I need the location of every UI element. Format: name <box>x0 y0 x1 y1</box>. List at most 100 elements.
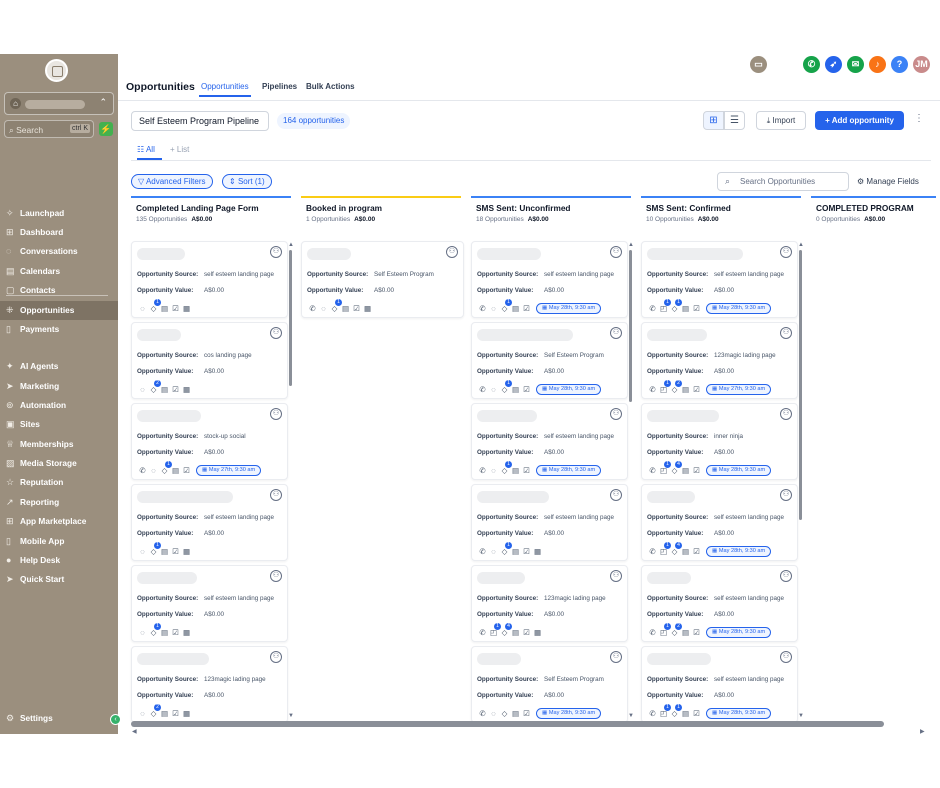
scroll-down-icon[interactable]: ▼ <box>628 713 634 719</box>
megaphone-icon[interactable]: ➶ <box>825 56 842 73</box>
document-icon[interactable]: ▤ <box>340 304 351 313</box>
assign-user-icon[interactable]: ⚇ <box>446 246 458 258</box>
scroll-left-icon[interactable]: ◀ <box>132 728 137 735</box>
sidebar-item-reporting[interactable]: ↗ Reporting <box>0 493 118 512</box>
phone-icon[interactable]: ✆ <box>477 385 488 394</box>
opportunity-card[interactable]: ⚇ Opportunity Source: self esteem landing … <box>131 565 288 642</box>
appointment-badge[interactable]: ▦ May 28th, 9:30 am <box>706 627 772 638</box>
grid-view-icon[interactable]: ⊞ <box>703 111 724 130</box>
chat-icon[interactable]: ◌ <box>137 709 148 718</box>
sidebar-item-automation[interactable]: ⊚ Automation <box>0 396 118 415</box>
appointment-badge[interactable]: ▦ May 28th, 9:30 am <box>536 384 602 395</box>
scroll-right-icon[interactable]: ▶ <box>920 728 925 735</box>
account-switcher[interactable]: ⌂ ⌃ <box>4 92 114 115</box>
tag-icon[interactable]: ◇ 1 <box>669 299 682 313</box>
opportunity-card[interactable]: ⚇ Opportunity Source: self esteem landing … <box>471 403 628 480</box>
announcement-icon[interactable]: ✉ <box>847 56 864 73</box>
advanced-filters-button[interactable]: ▽ Advanced Filters <box>131 174 213 189</box>
opportunity-card[interactable]: ⚇ Opportunity Source: inner ninja Opportuni… <box>641 403 798 480</box>
tag-icon[interactable]: ◇ 1 <box>499 461 512 475</box>
checkbox-icon[interactable]: ☑ <box>170 628 181 637</box>
help-icon[interactable]: ? <box>891 56 908 73</box>
sidebar-item-reputation[interactable]: ☆ Reputation <box>0 473 118 492</box>
opportunity-card[interactable]: ⚇ Opportunity Source: 123magic lading page… <box>641 322 798 399</box>
checkbox-icon[interactable]: ☑ <box>691 304 702 313</box>
sidebar-item-quick-start[interactable]: ➤ Quick Start <box>0 570 118 589</box>
document-icon[interactable]: ▤ <box>680 304 691 313</box>
calendar-icon[interactable]: ▦ <box>181 304 192 313</box>
sidebar-item-sites[interactable]: ▣ Sites <box>0 415 118 434</box>
sidebar-item-help-desk[interactable]: ● Help Desk <box>0 551 118 570</box>
column-scrollbar[interactable] <box>289 250 292 386</box>
chat-icon[interactable]: ◌ <box>488 466 499 475</box>
phone-icon[interactable]: ✆ <box>647 385 658 394</box>
opportunity-card[interactable]: ⚇ Opportunity Source: self esteem landing … <box>131 241 288 318</box>
sidebar-item-app-marketplace[interactable]: ⊞ App Marketplace <box>0 512 118 531</box>
phone-icon[interactable]: ✆ <box>477 628 488 637</box>
tag-icon[interactable]: ◇ 1 <box>499 380 512 394</box>
assign-user-icon[interactable]: ⚇ <box>610 246 622 258</box>
chat-icon[interactable]: ◌ <box>148 466 159 475</box>
add-opportunity-button[interactable]: + Add opportunity <box>815 111 904 130</box>
assign-user-icon[interactable]: ⚇ <box>610 408 622 420</box>
document-icon[interactable]: ▤ <box>680 709 691 718</box>
chat-icon[interactable]: ◌ <box>488 709 499 718</box>
tag-icon[interactable]: ◇ 1 <box>159 461 172 475</box>
appointment-badge[interactable]: ▦ May 28th, 9:30 am <box>706 546 772 557</box>
checkbox-icon[interactable]: ☑ <box>521 304 532 313</box>
tag-icon[interactable]: ◇ 1 <box>148 299 161 313</box>
phone-icon[interactable]: ✆ <box>647 628 658 637</box>
assign-user-icon[interactable]: ⚇ <box>780 651 792 663</box>
phone-icon[interactable]: ✆ <box>477 466 488 475</box>
sidebar-item-payments[interactable]: ▯ Payments <box>0 320 118 339</box>
opportunity-card[interactable]: ⚇ Opportunity Source: self esteem landing … <box>471 484 628 561</box>
sort-button[interactable]: ⇕ Sort (1) <box>222 174 272 189</box>
assign-user-icon[interactable]: ⚇ <box>270 570 282 582</box>
document-icon[interactable]: ▤ <box>680 547 691 556</box>
assign-user-icon[interactable]: ⚇ <box>780 408 792 420</box>
sidebar-item-calendars[interactable]: ▤ Calendars <box>0 262 118 281</box>
chat-icon[interactable]: ◌ <box>488 547 499 556</box>
document-icon[interactable]: ▤ <box>680 385 691 394</box>
tag-icon[interactable]: ◇ 1 <box>329 299 342 313</box>
tag-icon[interactable]: ◇ 4 <box>669 542 682 556</box>
phone-icon[interactable]: ✆ <box>647 709 658 718</box>
column-scrollbar[interactable] <box>799 250 802 520</box>
phone-icon[interactable]: ✆ <box>137 466 148 475</box>
scroll-down-icon[interactable]: ▼ <box>288 713 294 719</box>
calendar-icon[interactable]: ▦ <box>362 304 373 313</box>
phone-icon[interactable]: ✆ <box>477 304 488 313</box>
tag-icon[interactable]: ◇ 1 <box>148 623 161 637</box>
checkbox-icon[interactable]: ☑ <box>521 547 532 556</box>
document-icon[interactable]: ▤ <box>159 385 170 394</box>
tag-icon[interactable]: ◇ 1 <box>669 704 682 718</box>
checkbox-icon[interactable]: ☑ <box>691 547 702 556</box>
sidebar-item-memberships[interactable]: ♕ Memberships <box>0 435 118 454</box>
appointment-badge[interactable]: ▦ May 27th, 9:30 am <box>196 465 262 476</box>
checkbox-icon[interactable]: ☑ <box>691 385 702 394</box>
assign-user-icon[interactable]: ⚇ <box>780 327 792 339</box>
opportunity-card[interactable]: ⚇ Opportunity Source: self esteem landing … <box>641 646 798 723</box>
tab-bulk-actions[interactable]: Bulk Actions <box>306 82 355 91</box>
tag-icon[interactable]: ◇ 4 <box>499 623 512 637</box>
checkbox-icon[interactable]: ☑ <box>521 385 532 394</box>
column-scrollbar[interactable] <box>629 250 632 402</box>
appointment-badge[interactable]: ▦ May 28th, 9:30 am <box>706 303 772 314</box>
opportunity-card[interactable]: ⚇ Opportunity Source: self esteem landing … <box>641 484 798 561</box>
document-icon[interactable]: ▤ <box>159 547 170 556</box>
message-icon[interactable]: ◰ 1 <box>658 380 671 394</box>
opportunity-card[interactable]: ⚇ Opportunity Source: self esteem landing … <box>641 241 798 318</box>
sidebar-item-mobile-app[interactable]: ▯ Mobile App <box>0 532 118 551</box>
assign-user-icon[interactable]: ⚇ <box>270 246 282 258</box>
assign-user-icon[interactable]: ⚇ <box>270 408 282 420</box>
document-icon[interactable]: ▤ <box>510 466 521 475</box>
checkbox-icon[interactable]: ☑ <box>170 385 181 394</box>
list-view-icon[interactable]: ☰ <box>724 111 745 130</box>
assign-user-icon[interactable]: ⚇ <box>610 570 622 582</box>
tag-icon[interactable]: ◇ 2 <box>148 704 161 718</box>
document-icon[interactable]: ▤ <box>510 385 521 394</box>
checkbox-icon[interactable]: ☑ <box>351 304 362 313</box>
calendar-icon[interactable]: ▦ <box>181 628 192 637</box>
message-icon[interactable]: ◰ 1 <box>658 299 671 313</box>
opportunity-card[interactable]: ⚇ Opportunity Source: self esteem landing … <box>471 241 628 318</box>
